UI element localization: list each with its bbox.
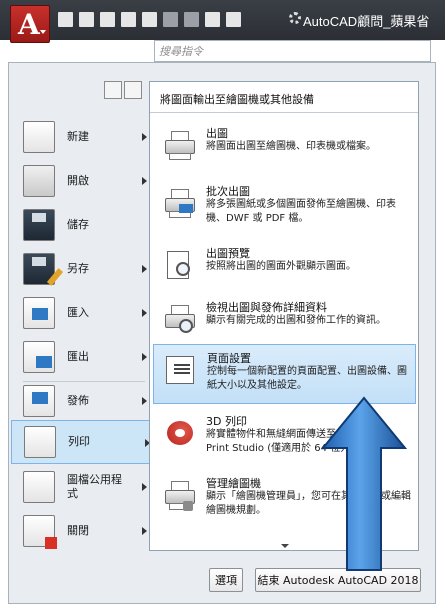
menu-item-export[interactable]: 匯出: [17, 335, 149, 379]
highlight-arrow-icon: [321, 396, 407, 571]
window-title: AutoCAD顧問_蘋果省: [303, 14, 430, 29]
print-icon[interactable]: [142, 12, 157, 27]
menu-item-label: 新建: [67, 130, 89, 143]
option-title: 出圖: [206, 127, 228, 140]
menu-item-print[interactable]: 列印: [11, 420, 159, 464]
submenu-arrow-icon: [142, 265, 147, 273]
submenu-arrow-icon: [142, 483, 147, 491]
submenu-arrow-icon: [142, 309, 147, 317]
menu-item-drawing-utilities[interactable]: 圖檔公用程式: [17, 465, 149, 509]
open-folder-icon: [23, 165, 55, 197]
export-icon: [23, 341, 55, 373]
search-input[interactable]: [155, 41, 430, 61]
menu-item-new[interactable]: 新建: [17, 115, 149, 159]
undo-icon[interactable]: [163, 12, 178, 27]
quick-access-toolbar: [58, 12, 241, 27]
menu-item-save-as[interactable]: 另存: [17, 247, 149, 291]
workspace-gear-icon[interactable]: [289, 12, 301, 24]
open-documents-icon[interactable]: [124, 81, 142, 99]
option-description: 按照將出圖的圖面外觀顯示圖面。: [206, 261, 356, 272]
option-title: 批次出圖: [206, 185, 250, 198]
page-setup-icon: [166, 356, 196, 386]
scroll-down-icon[interactable]: [281, 544, 289, 548]
autocad-a-logo: A: [18, 8, 40, 41]
menu-item-label: 開啟: [67, 174, 89, 187]
option-title: 3D 列印: [206, 415, 247, 428]
drawing-utilities-icon: [23, 471, 55, 503]
menu-item-save[interactable]: 儲存: [17, 203, 149, 247]
import-icon: [23, 297, 55, 329]
application-menu-left-pane: 新建 開啟 儲存 另存 匯入 匯出 發佈 列印 圖檔公用程式 關閉: [9, 63, 159, 603]
menu-item-label: 發佈: [67, 394, 89, 407]
option-batch-plot[interactable]: 批次出圖 將多張圖紙或多個圖面發佈至繪圖機、印表機、DWF 或 PDF 檔。: [153, 178, 416, 238]
menu-item-label: 圖檔公用程式: [67, 473, 122, 500]
save-as-icon: [23, 253, 64, 286]
panel-divider: [150, 112, 418, 113]
menu-item-label: 關閉: [67, 524, 89, 537]
option-title: 管理繪圖機: [206, 477, 261, 490]
submenu-arrow-icon: [142, 133, 147, 141]
open-icon[interactable]: [79, 12, 94, 27]
menu-item-label: 另存: [67, 262, 89, 275]
plot-details-icon: [165, 305, 195, 335]
submenu-arrow-icon: [142, 177, 147, 185]
option-description: 顯示有關完成的出圖和發佈工作的資訊。: [206, 315, 386, 326]
menu-item-label: 儲存: [67, 218, 89, 231]
recent-documents-view-toggle: [104, 81, 142, 99]
preview-icon[interactable]: [226, 12, 241, 27]
publish-icon: [23, 385, 55, 417]
menu-item-open[interactable]: 開啟: [17, 159, 149, 203]
plot-icon: [165, 131, 195, 161]
chevron-down-icon: [40, 30, 46, 34]
option-title: 出圖預覽: [206, 247, 250, 260]
3d-print-icon: [165, 419, 195, 449]
menu-item-label: 匯出: [67, 350, 89, 363]
menu-item-import[interactable]: 匯入: [17, 291, 149, 335]
panel-heading: 將圖面輸出至繪圖機或其他設備: [160, 93, 314, 106]
application-menu-button[interactable]: A: [10, 5, 50, 43]
saveas-icon[interactable]: [121, 12, 136, 27]
search-box[interactable]: [154, 40, 431, 62]
redo-icon[interactable]: [184, 12, 199, 27]
save-floppy-icon: [23, 209, 55, 241]
new-icon[interactable]: [58, 12, 73, 27]
option-plot-preview[interactable]: 出圖預覽 按照將出圖的圖面外觀顯示圖面。: [153, 240, 416, 300]
option-description: 將圖面出圖至繪圖機、印表機或檔案。: [206, 141, 376, 152]
option-title: 檢視出圖與發佈詳細資料: [206, 301, 327, 314]
option-page-setup[interactable]: 頁面設置 控制每一個新配置的頁面配置、出圖設備、圖紙大小以及其他設定。: [153, 344, 416, 404]
options-button[interactable]: 選項: [209, 568, 243, 592]
print-icon: [24, 426, 56, 458]
menu-item-label: 列印: [68, 435, 90, 448]
submenu-arrow-icon: [142, 397, 147, 405]
close-document-icon: [23, 515, 57, 549]
option-title: 頁面設置: [207, 352, 251, 365]
menu-item-close[interactable]: 關閉: [17, 509, 149, 553]
batch-plot-icon: [165, 189, 195, 219]
title-bar: AutoCAD顧問_蘋果省: [0, 0, 445, 40]
option-plot[interactable]: 出圖 將圖面出圖至繪圖機、印表機或檔案。: [153, 120, 416, 180]
submenu-arrow-icon: [142, 353, 147, 361]
submenu-arrow-icon: [142, 527, 147, 535]
save-icon[interactable]: [100, 12, 115, 27]
plot-icon[interactable]: [205, 12, 220, 27]
recent-documents-icon[interactable]: [104, 81, 122, 99]
new-document-icon: [23, 121, 55, 153]
plot-preview-icon: [165, 251, 195, 281]
option-description: 將多張圖紙或多個圖面發佈至繪圖機、印表機、DWF 或 PDF 檔。: [206, 199, 396, 224]
manage-plotters-icon: [165, 481, 195, 511]
menu-item-label: 匯入: [67, 306, 89, 319]
option-description: 控制每一個新配置的頁面配置、出圖設備、圖紙大小以及其他設定。: [207, 366, 407, 391]
menu-item-publish[interactable]: 發佈: [17, 379, 149, 423]
